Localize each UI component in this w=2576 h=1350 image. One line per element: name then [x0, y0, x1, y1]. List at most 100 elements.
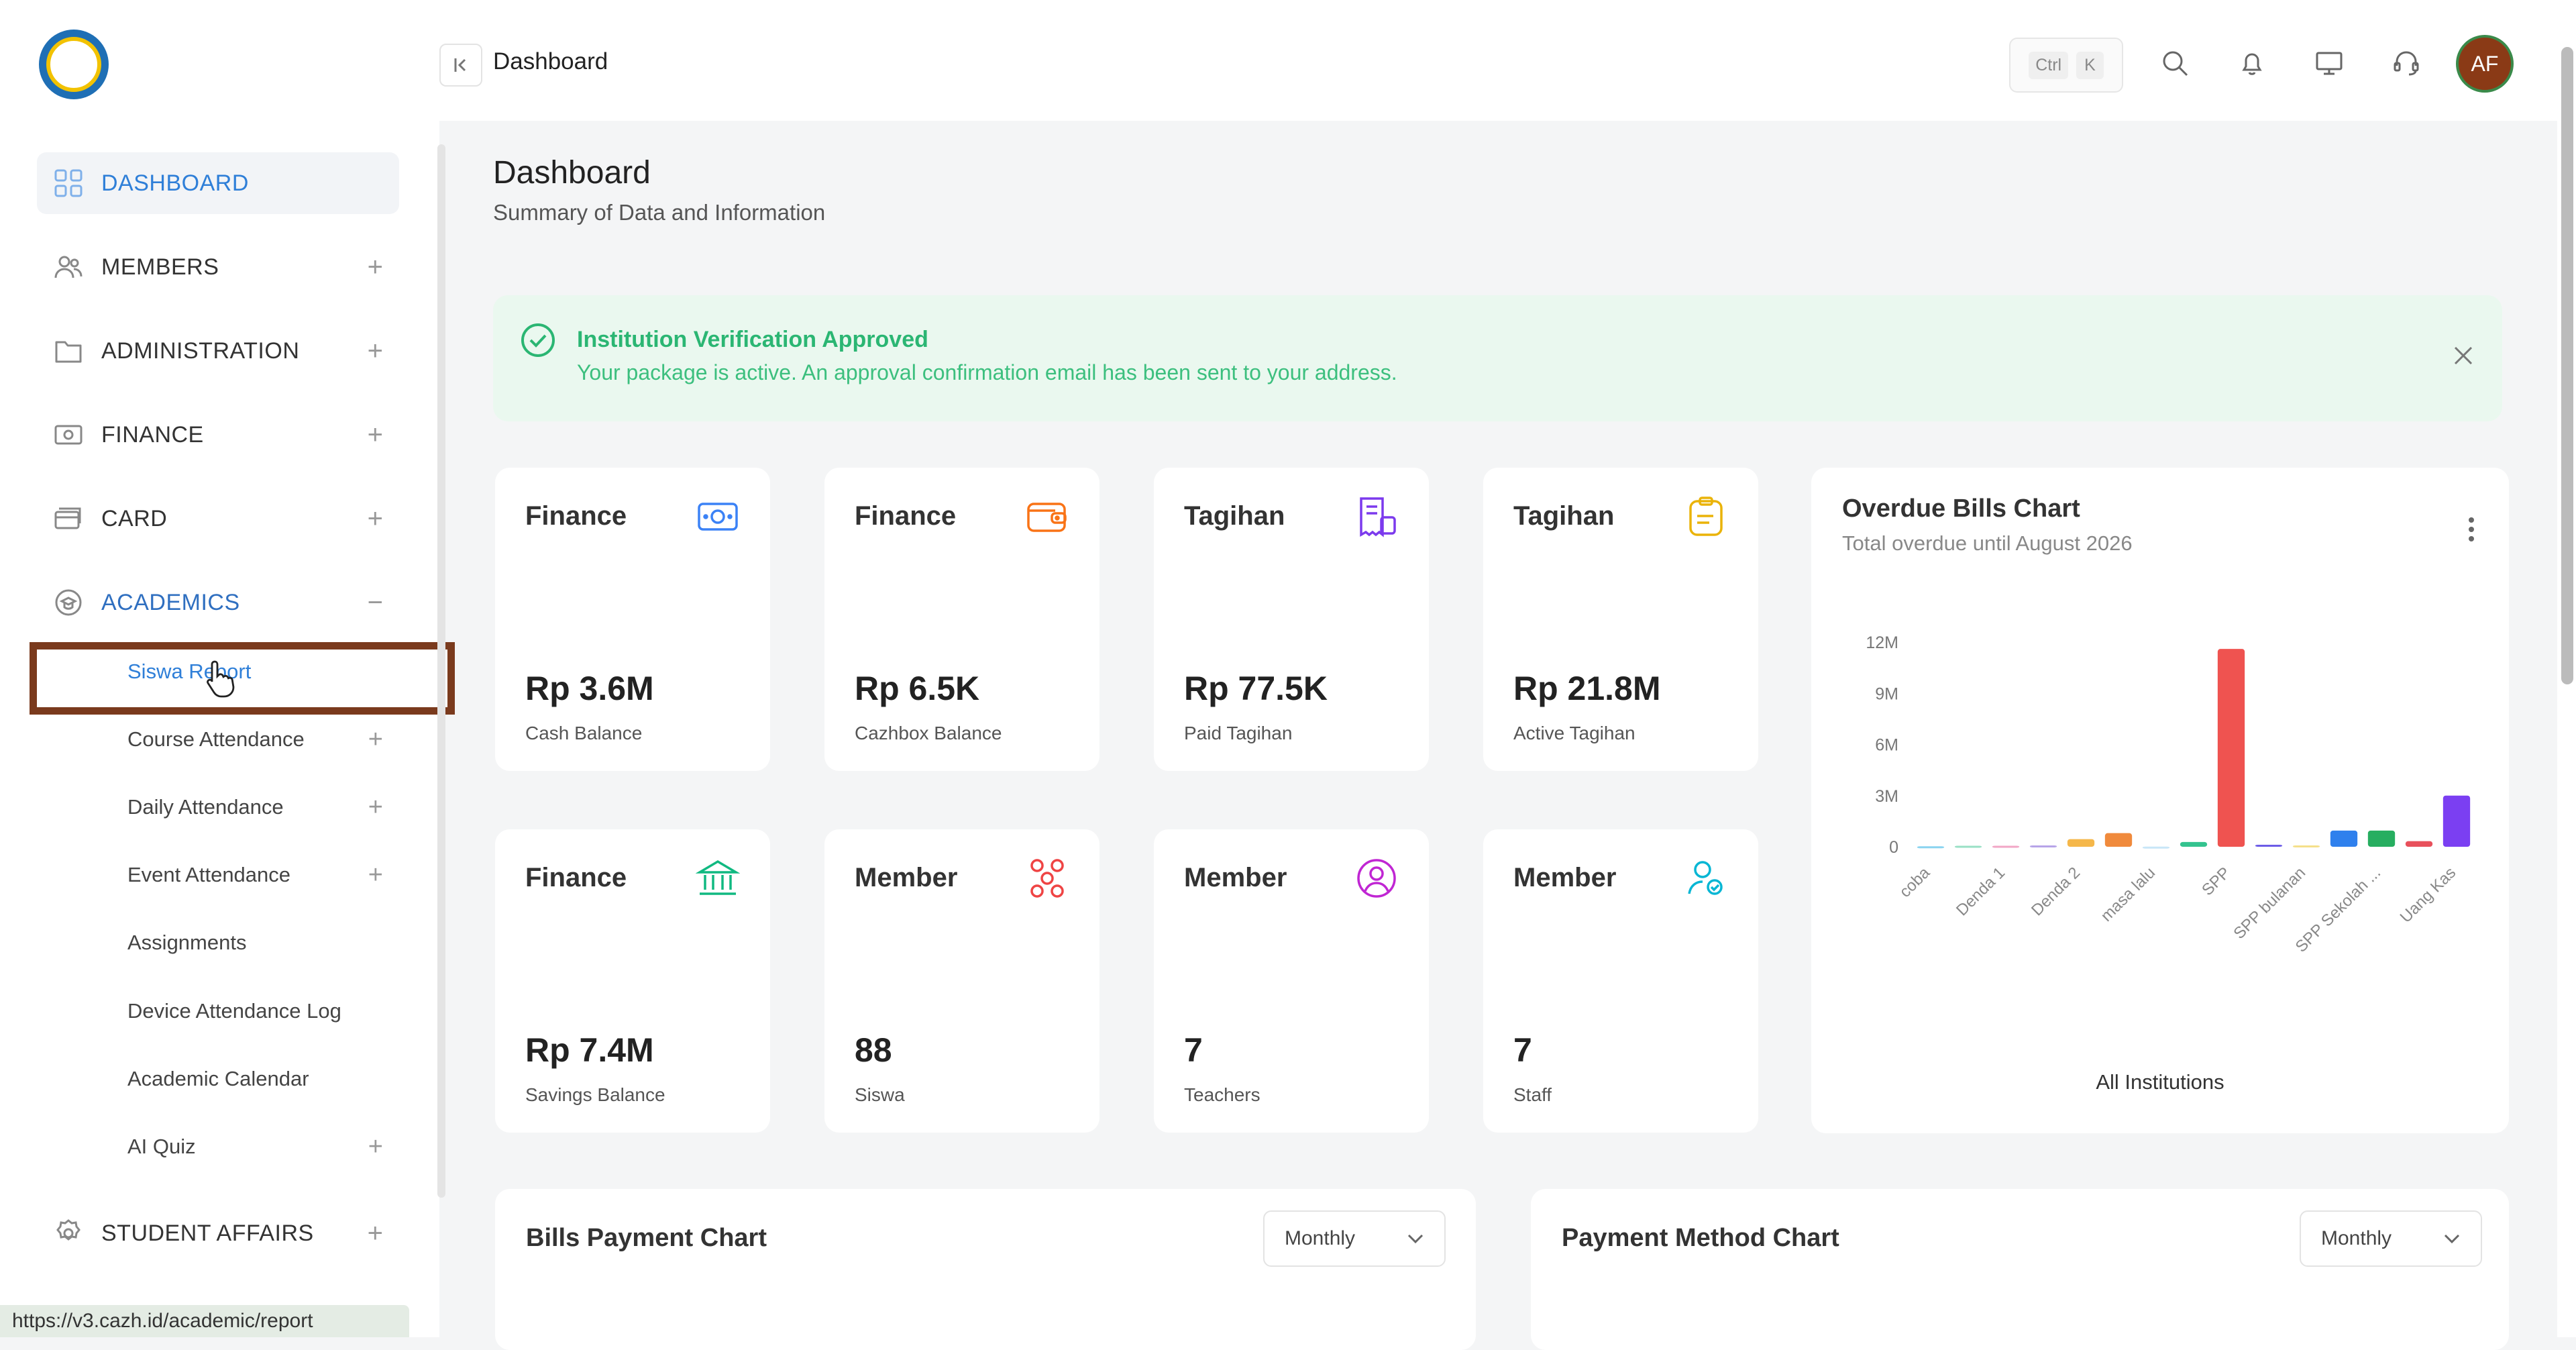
nav-label: ADMINISTRATION [101, 338, 300, 364]
stat-value: 7 [1513, 1031, 1532, 1069]
select-value: Monthly [2321, 1227, 2392, 1249]
cash-icon [698, 503, 738, 531]
collapse-sidebar-icon[interactable] [439, 44, 482, 87]
chart-bar[interactable] [2443, 795, 2471, 847]
staff-icon [1688, 861, 1723, 895]
bills-payment-title: Bills Payment Chart [526, 1224, 767, 1252]
chart-bar[interactable] [2217, 649, 2245, 847]
stat-card-staff[interactable]: Member 7 Staff [1483, 829, 1758, 1133]
x-tick-label: coba [1896, 864, 1933, 901]
sub-item-course-attendance[interactable]: Course Attendance + [127, 716, 399, 763]
sub-item-label: Event Attendance [127, 863, 291, 886]
collapse-icon[interactable]: − [368, 588, 383, 618]
nav-academics[interactable]: ACADEMICS − [37, 572, 399, 633]
stat-label: Active Tagihan [1513, 723, 1635, 743]
expand-icon[interactable]: + [368, 1133, 383, 1161]
expand-icon[interactable]: + [368, 1218, 383, 1249]
expand-icon[interactable]: + [368, 725, 383, 754]
avatar[interactable]: AF [2456, 35, 2514, 93]
overdue-bar-chart: 0 3M 6M 9M 12M coba Denda 1 Denda 2 masa lalu SPP… [1866, 633, 2471, 956]
chevron-down-icon [2444, 1234, 2460, 1244]
stat-title: Tagihan [1184, 501, 1285, 531]
sub-item-event-attendance[interactable]: Event Attendance + [127, 851, 399, 898]
expand-icon[interactable]: + [368, 336, 383, 366]
monitor-icon[interactable] [2311, 45, 2347, 81]
sub-item-academic-calendar[interactable]: Academic Calendar [127, 1055, 399, 1102]
sub-item-device-attendance-log[interactable]: Device Attendance Log [127, 988, 399, 1035]
sub-item-siswa-report[interactable]: Siswa Report [127, 648, 399, 695]
sub-item-daily-attendance[interactable]: Daily Attendance + [127, 784, 399, 831]
x-tick-label: Denda 2 [2028, 864, 2084, 919]
clipboard-icon [1689, 497, 1723, 536]
command-palette-shortcut[interactable]: Ctrl K [2009, 38, 2123, 93]
bills-period-select[interactable]: Monthly [1263, 1210, 1446, 1267]
expand-icon[interactable]: + [368, 420, 383, 450]
stat-card-cash-balance[interactable]: Finance Rp 3.6M Cash Balance [495, 468, 770, 771]
expand-icon[interactable]: + [368, 252, 383, 282]
stat-card-teachers[interactable]: Member 7 Teachers [1154, 829, 1429, 1133]
chart-bar[interactable] [2104, 833, 2133, 847]
stat-card-cazhbox-balance[interactable]: Finance Rp 6.5K Cazhbox Balance [824, 468, 1099, 771]
payment-method-title: Payment Method Chart [1562, 1224, 1839, 1252]
stat-value: 88 [855, 1031, 892, 1069]
stat-card-siswa[interactable]: Member 88 Siswa [824, 829, 1099, 1133]
sub-item-label: AI Quiz [127, 1135, 196, 1158]
institution-logo[interactable] [39, 30, 109, 99]
stat-card-savings-balance[interactable]: Finance Rp 7.4M Savings Balance [495, 829, 770, 1133]
status-bar-url: https://v3.cazh.id/academic/report [0, 1305, 409, 1337]
chart-bar[interactable] [2067, 839, 2095, 847]
more-vertical-icon[interactable] [2467, 516, 2475, 543]
sub-item-assignments[interactable]: Assignments [127, 919, 399, 966]
expand-icon[interactable]: + [368, 861, 383, 890]
search-icon[interactable] [2157, 45, 2193, 81]
nav-student-affairs[interactable]: STUDENT AFFAIRS + [37, 1202, 399, 1264]
nav-finance[interactable]: FINANCE + [37, 404, 399, 466]
chart-bar[interactable] [2292, 845, 2320, 847]
k-key: K [2076, 51, 2104, 79]
y-tick-label: 9M [1875, 684, 1898, 703]
sidebar-scrollbar[interactable] [437, 144, 445, 1198]
chart-bar[interactable] [2405, 841, 2433, 847]
stat-label: Savings Balance [525, 1084, 665, 1105]
chart-bar[interactable] [1992, 845, 2020, 848]
stat-card-paid-tagihan[interactable]: Tagihan Rp 77.5K Paid Tagihan [1154, 468, 1429, 771]
stat-value: Rp 7.4M [525, 1031, 654, 1069]
group-icon [1030, 859, 1064, 898]
expand-icon[interactable]: + [368, 504, 383, 534]
chart-bar[interactable] [2255, 844, 2283, 847]
chart-bar[interactable] [2367, 830, 2396, 847]
stat-label: Cazhbox Balance [855, 723, 1002, 743]
payment-method-period-select[interactable]: Monthly [2300, 1210, 2482, 1267]
chart-bar[interactable] [2142, 846, 2170, 849]
chart-bar[interactable] [2330, 830, 2358, 847]
chart-bar[interactable] [2029, 845, 2057, 847]
stat-card-active-tagihan[interactable]: Tagihan Rp 21.8M Active Tagihan [1483, 468, 1758, 771]
nav-members[interactable]: MEMBERS + [37, 236, 399, 298]
nav-dashboard[interactable]: DASHBOARD [37, 152, 399, 214]
sub-item-label: Device Attendance Log [127, 999, 341, 1023]
headset-icon[interactable] [2388, 45, 2424, 81]
stat-title: Finance [525, 501, 627, 531]
nav-label: STUDENT AFFAIRS [101, 1220, 314, 1246]
close-icon[interactable] [2450, 342, 2477, 369]
payment-method-card: Payment Method Chart Monthly [1531, 1189, 2509, 1350]
academics-icon [53, 587, 84, 618]
chart-bar[interactable] [2180, 841, 2208, 847]
bills-payment-card: Bills Payment Chart Monthly [495, 1189, 1476, 1350]
sub-item-ai-quiz[interactable]: AI Quiz + [127, 1123, 399, 1170]
nav-administration[interactable]: ADMINISTRATION + [37, 320, 399, 382]
chart-bar[interactable] [1954, 845, 1982, 848]
folder-icon [53, 335, 84, 366]
chart-bar[interactable] [1917, 846, 1945, 849]
overdue-bills-card: Overdue Bills Chart Total overdue until … [1811, 468, 2509, 1133]
x-tick-label: Denda 1 [1953, 864, 2008, 919]
bell-icon[interactable] [2234, 45, 2270, 81]
nav-card[interactable]: CARD + [37, 488, 399, 550]
nav-label: FINANCE [101, 421, 204, 448]
expand-icon[interactable]: + [368, 793, 383, 822]
page-scrollbar[interactable] [2557, 0, 2576, 1337]
page-title: Dashboard [493, 155, 651, 191]
stat-label: Cash Balance [525, 723, 643, 743]
sub-item-label: Siswa Report [127, 660, 252, 683]
sidebar: DASHBOARD MEMBERS + ADMINISTRATION + FIN… [0, 0, 455, 1337]
